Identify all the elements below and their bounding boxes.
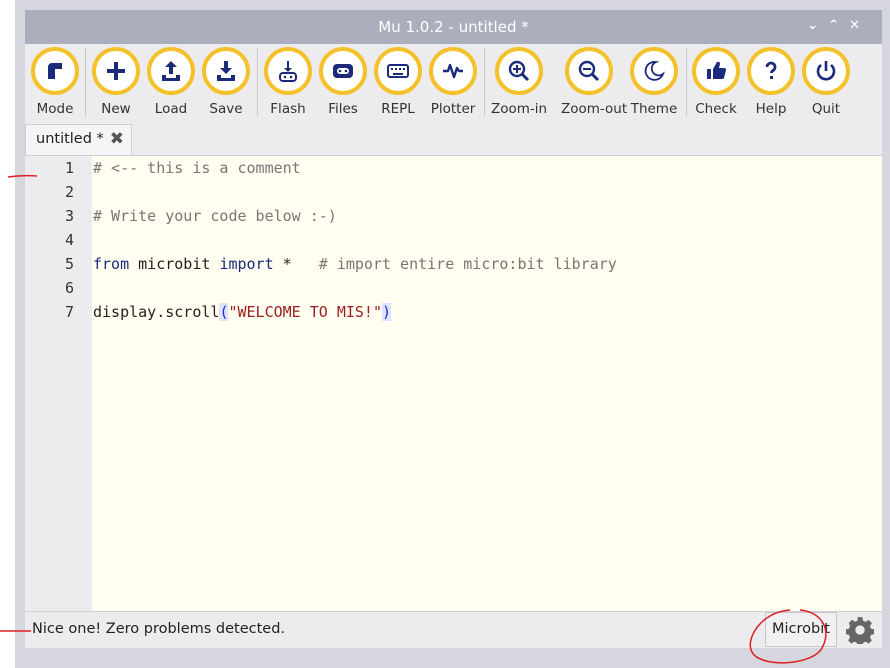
zoom-out-label: Zoom-out bbox=[561, 101, 628, 117]
toolbar: Mode New Load Save Flash Files REPL Plot… bbox=[25, 44, 882, 124]
tab-bar: untitled * ✖ bbox=[25, 124, 882, 155]
status-bar: Nice one! Zero problems detected. Microb… bbox=[25, 611, 882, 648]
keyword-from: from bbox=[93, 255, 130, 273]
download-icon bbox=[217, 61, 235, 81]
load-label: Load bbox=[154, 101, 188, 117]
flash-label: Flash bbox=[270, 101, 306, 117]
microbit-icon bbox=[333, 64, 353, 78]
keyword-import: import bbox=[219, 255, 274, 273]
theme-label: Theme bbox=[630, 101, 678, 117]
save-label: Save bbox=[209, 101, 243, 117]
window-controls: ⌄⌃✕ bbox=[807, 18, 870, 33]
check-label: Check bbox=[695, 101, 737, 117]
close-tab-icon[interactable]: ✖ bbox=[110, 129, 124, 149]
function-call: display.scroll bbox=[93, 303, 220, 321]
flash-icon bbox=[279, 61, 297, 82]
quit-button[interactable]: Quit bbox=[798, 47, 854, 117]
keyboard-icon bbox=[387, 64, 409, 78]
title-bar: Mu 1.0.2 - untitled * ⌄⌃✕ bbox=[25, 10, 882, 44]
flash-button[interactable]: Flash bbox=[260, 47, 316, 117]
code-line-1: # <-- this is a comment bbox=[93, 159, 301, 177]
thumbs-up-icon bbox=[707, 61, 726, 80]
gear-icon[interactable] bbox=[846, 616, 874, 644]
line-number: 2 bbox=[64, 183, 74, 201]
repl-button[interactable]: REPL bbox=[370, 47, 426, 117]
theme-button[interactable]: Theme bbox=[626, 47, 682, 117]
line-number: 7 bbox=[64, 303, 74, 321]
toolbar-separator bbox=[686, 48, 687, 116]
toolbar-separator bbox=[257, 48, 258, 116]
mode-indicator-button[interactable]: Microbit bbox=[765, 612, 837, 647]
plotter-label: Plotter bbox=[430, 101, 476, 117]
tab-label: untitled * bbox=[36, 131, 104, 147]
mode-label: Mode bbox=[36, 101, 74, 117]
moon-icon bbox=[644, 61, 665, 81]
import-star: * bbox=[273, 255, 319, 273]
zoom-in-button[interactable]: Zoom-in bbox=[491, 47, 547, 117]
minimize-icon[interactable]: ⌄ bbox=[807, 18, 828, 33]
window-title: Mu 1.0.2 - untitled * bbox=[378, 18, 529, 36]
mode-button[interactable]: Mode bbox=[27, 47, 83, 117]
line-number: 6 bbox=[64, 279, 74, 297]
plotter-button[interactable]: Plotter bbox=[425, 47, 481, 117]
zoom-in-icon bbox=[508, 60, 530, 82]
line-number: 5 bbox=[64, 255, 74, 273]
line-number: 1 bbox=[64, 159, 74, 177]
zoom-out-icon bbox=[578, 60, 600, 82]
mode-icon bbox=[48, 63, 62, 79]
line-number: 4 bbox=[64, 231, 74, 249]
files-label: Files bbox=[328, 101, 358, 117]
quit-label: Quit bbox=[811, 101, 841, 117]
status-message: Nice one! Zero problems detected. bbox=[32, 621, 286, 637]
toolbar-separator bbox=[85, 48, 86, 116]
close-icon[interactable]: ✕ bbox=[849, 18, 870, 33]
close-paren: ) bbox=[382, 303, 392, 321]
pulse-icon bbox=[443, 63, 463, 79]
repl-label: REPL bbox=[381, 101, 415, 117]
new-button[interactable]: New bbox=[88, 47, 144, 117]
question-icon bbox=[765, 61, 777, 79]
code-line-7: display.scroll("WELCOME TO MIS!") bbox=[93, 303, 392, 321]
load-button[interactable]: Load bbox=[143, 47, 199, 117]
string-literal: "WELCOME TO MIS!" bbox=[228, 303, 382, 321]
new-label: New bbox=[101, 101, 131, 117]
upload-icon bbox=[162, 61, 180, 81]
inline-comment: # import entire micro:bit library bbox=[318, 255, 617, 273]
zoom-in-label: Zoom-in bbox=[491, 101, 548, 117]
code-line-5: from microbit import * # import entire m… bbox=[93, 255, 617, 273]
line-number-gutter: 1 2 3 4 5 6 7 bbox=[25, 156, 92, 612]
code-editor[interactable]: 1 2 3 4 5 6 7 # <-- this is a comment # … bbox=[25, 155, 882, 612]
save-button[interactable]: Save bbox=[198, 47, 254, 117]
help-button[interactable]: Help bbox=[743, 47, 799, 117]
power-icon bbox=[816, 61, 836, 81]
module-name: microbit bbox=[129, 255, 220, 273]
toolbar-separator bbox=[484, 48, 485, 116]
code-line-3: # Write your code below :-) bbox=[93, 207, 337, 225]
zoom-out-button[interactable]: Zoom-out bbox=[561, 47, 628, 117]
mu-editor-window: Mu 1.0.2 - untitled * ⌄⌃✕ Mode New Load … bbox=[15, 0, 890, 668]
tab-untitled[interactable]: untitled * ✖ bbox=[25, 124, 132, 155]
plus-icon bbox=[107, 62, 125, 80]
line-number: 3 bbox=[64, 207, 74, 225]
files-button[interactable]: Files bbox=[315, 47, 371, 117]
maximize-icon[interactable]: ⌃ bbox=[828, 18, 849, 33]
help-label: Help bbox=[755, 101, 787, 117]
check-button[interactable]: Check bbox=[688, 47, 744, 117]
